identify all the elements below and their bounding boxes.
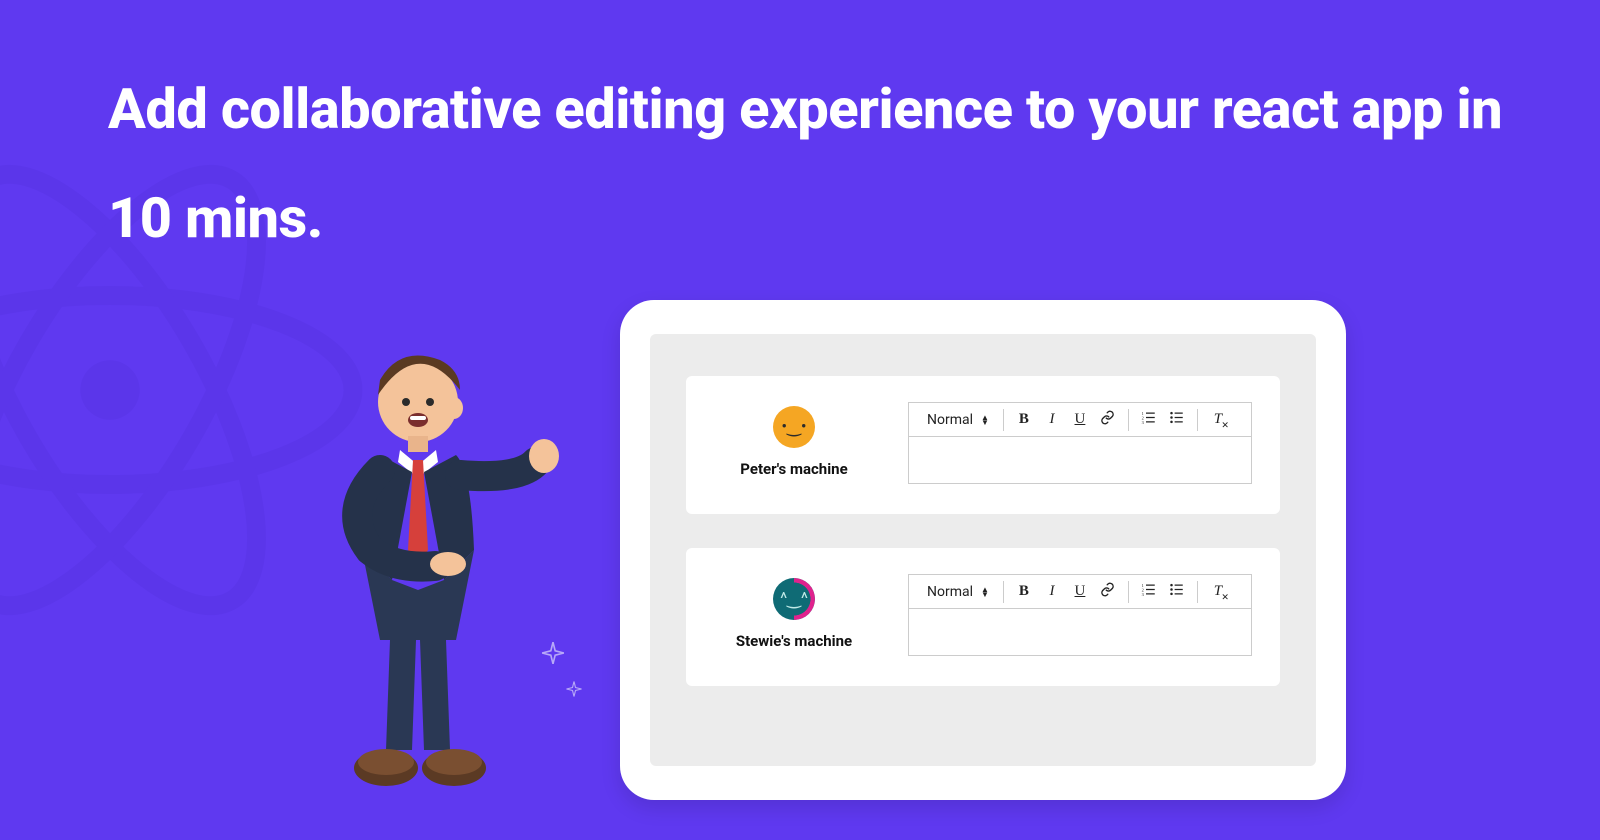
toolbar-divider — [1003, 581, 1004, 603]
x-subscript-icon: ✕ — [1221, 592, 1229, 603]
editor-card: ^‿^ Stewie's machine Normal ▲▼ B I U — [686, 548, 1280, 686]
presenter-character-icon — [300, 340, 560, 800]
machine-label: Stewie's machine — [736, 632, 852, 650]
svg-text:3: 3 — [1142, 419, 1145, 424]
clear-format-button[interactable]: T✕ — [1204, 403, 1232, 436]
editor-toolbar: Normal ▲▼ B I U 123 — [909, 403, 1251, 437]
underline-button[interactable]: U — [1066, 575, 1094, 608]
machine-label: Peter's machine — [740, 460, 847, 478]
toolbar-divider — [1128, 409, 1129, 431]
bold-button[interactable]: B — [1010, 403, 1038, 436]
bold-button[interactable]: B — [1010, 575, 1038, 608]
rich-text-editor: Normal ▲▼ B I U 123 — [908, 402, 1252, 484]
unordered-list-icon — [1169, 410, 1184, 430]
demo-canvas: •‿• Peter's machine Normal ▲▼ B I U — [650, 334, 1316, 766]
page-title: Add collaborative editing experience to … — [108, 55, 1520, 273]
user-column: ^‿^ Stewie's machine — [714, 574, 874, 650]
text-style-select[interactable]: Normal ▲▼ — [919, 403, 997, 436]
toolbar-divider — [1003, 409, 1004, 431]
rich-text-editor: Normal ▲▼ B I U 123 — [908, 574, 1252, 656]
editor-textarea[interactable] — [909, 609, 1251, 655]
link-button[interactable] — [1094, 403, 1122, 436]
ordered-list-icon: 123 — [1141, 582, 1156, 602]
unordered-list-icon — [1169, 582, 1184, 602]
avatar: ^‿^ — [773, 578, 815, 620]
chevron-sort-icon: ▲▼ — [981, 415, 989, 425]
unordered-list-button[interactable] — [1163, 403, 1191, 436]
ordered-list-button[interactable]: 123 — [1135, 403, 1163, 436]
sparkle-icon — [540, 640, 566, 666]
text-style-value: Normal — [927, 584, 973, 600]
link-button[interactable] — [1094, 575, 1122, 608]
x-subscript-icon: ✕ — [1221, 420, 1229, 431]
sparkle-icon — [565, 680, 583, 698]
chevron-sort-icon: ▲▼ — [981, 587, 989, 597]
avatar: •‿• — [773, 406, 815, 448]
editor-toolbar: Normal ▲▼ B I U 123 — [909, 575, 1251, 609]
italic-button[interactable]: I — [1038, 403, 1066, 436]
toolbar-divider — [1197, 409, 1198, 431]
editor-card: •‿• Peter's machine Normal ▲▼ B I U — [686, 376, 1280, 514]
toolbar-divider — [1128, 581, 1129, 603]
underline-button[interactable]: U — [1066, 403, 1094, 436]
ordered-list-button[interactable]: 123 — [1135, 575, 1163, 608]
link-icon — [1100, 410, 1115, 430]
unordered-list-button[interactable] — [1163, 575, 1191, 608]
clear-format-button[interactable]: T✕ — [1204, 575, 1232, 608]
text-style-value: Normal — [927, 412, 973, 428]
toolbar-divider — [1197, 581, 1198, 603]
italic-button[interactable]: I — [1038, 575, 1066, 608]
demo-window: •‿• Peter's machine Normal ▲▼ B I U — [620, 300, 1346, 800]
ordered-list-icon: 123 — [1141, 410, 1156, 430]
svg-text:3: 3 — [1142, 591, 1145, 596]
user-column: •‿• Peter's machine — [714, 402, 874, 478]
link-icon — [1100, 582, 1115, 602]
text-style-select[interactable]: Normal ▲▼ — [919, 575, 997, 608]
editor-textarea[interactable] — [909, 437, 1251, 483]
